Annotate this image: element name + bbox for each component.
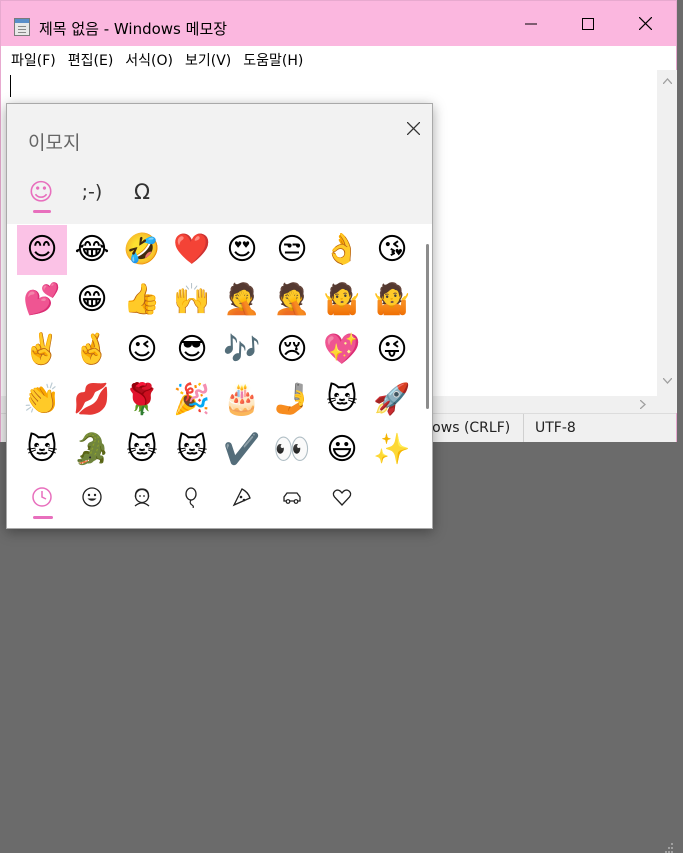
tab-kaomoji[interactable]: ;-) <box>70 170 114 214</box>
status-divider <box>523 414 524 442</box>
scroll-down-icon <box>663 378 672 384</box>
smiley-tab-icon: ☺ <box>28 178 54 206</box>
maximize-icon <box>582 17 594 30</box>
emoji-cell[interactable]: 🙌 <box>167 275 217 325</box>
emoji-cell[interactable]: 🐱 <box>117 425 167 475</box>
emoji-cell[interactable]: 🚀 <box>367 375 417 425</box>
emoji-cell[interactable]: 😍 <box>217 225 267 275</box>
status-encoding: UTF-8 <box>535 420 576 436</box>
emoji-panel-header: 이모지 ☺ ;-) Ω <box>7 104 432 224</box>
balloon-icon <box>185 487 197 508</box>
emoji-cell[interactable]: 🤣 <box>117 225 167 275</box>
close-icon <box>638 17 652 30</box>
menu-bar: 파일(F) 편집(E) 서식(O) 보기(V) 도움말(H) <box>1 46 676 70</box>
emoji-cell[interactable]: 🤷 <box>317 275 367 325</box>
menu-help[interactable]: 도움말(H) <box>237 46 309 70</box>
emoji-cell[interactable]: 🐱 <box>17 425 67 475</box>
close-icon <box>406 121 420 135</box>
emoji-cell[interactable]: 👌 <box>317 225 367 275</box>
emoji-cell[interactable]: 😢 <box>267 325 317 375</box>
emoji-cell[interactable]: 😜 <box>367 325 417 375</box>
emoji-cell[interactable]: ✔️ <box>217 425 267 475</box>
menu-edit[interactable]: 편집(E) <box>62 46 120 70</box>
notepad-icon <box>14 18 30 36</box>
smiley-icon <box>82 487 102 507</box>
emoji-cell[interactable]: 😁 <box>67 275 117 325</box>
scroll-up-icon <box>663 78 672 84</box>
emoji-cell[interactable]: 🤞 <box>67 325 117 375</box>
emoji-cell[interactable]: 👍 <box>117 275 167 325</box>
minimize-button[interactable] <box>502 1 560 46</box>
emoji-category-bar <box>7 474 432 528</box>
emoji-cell[interactable]: 😉 <box>117 325 167 375</box>
emoji-cell[interactable]: 🌹 <box>117 375 167 425</box>
category-celebration[interactable] <box>177 482 207 512</box>
heart-icon <box>332 489 352 506</box>
category-recent[interactable] <box>27 482 57 512</box>
emoji-cell[interactable]: ❤️ <box>167 225 217 275</box>
emoji-cell[interactable]: 🤦 <box>267 275 317 325</box>
emoji-cell[interactable]: 💕 <box>17 275 67 325</box>
emoji-cell[interactable]: 🎶 <box>217 325 267 375</box>
car-icon <box>283 492 301 504</box>
emoji-cell[interactable]: 🐱 <box>317 375 367 425</box>
emoji-cell[interactable]: 😃 <box>317 425 367 475</box>
emoji-cell[interactable]: 😘 <box>367 225 417 275</box>
emoji-cell[interactable]: 👏 <box>17 375 67 425</box>
maximize-button[interactable] <box>559 1 617 46</box>
person-icon <box>134 488 150 507</box>
emoji-cell[interactable]: 😎 <box>167 325 217 375</box>
omega-tab-icon: Ω <box>133 180 151 204</box>
emoji-grid-scrollbar[interactable] <box>426 244 429 409</box>
emoji-cell[interactable]: 🤷 <box>367 275 417 325</box>
title-bar[interactable]: 제목 없음 - Windows 메모장 <box>1 1 676 46</box>
emoji-cell[interactable]: 😒 <box>267 225 317 275</box>
menu-file[interactable]: 파일(F) <box>5 46 62 70</box>
category-travel[interactable] <box>277 482 307 512</box>
emoji-panel-close-button[interactable] <box>401 116 425 140</box>
tab-emoji[interactable]: ☺ <box>19 170 63 214</box>
active-tab-indicator <box>33 210 51 213</box>
recent-clock-icon <box>32 487 52 507</box>
category-food[interactable] <box>227 482 257 512</box>
emoji-cell[interactable]: 💋 <box>67 375 117 425</box>
emoji-cell[interactable]: 😊 <box>17 225 67 275</box>
emoji-panel-title: 이모지 <box>28 132 81 154</box>
emoji-panel: 이모지 ☺ ;-) Ω 😊 😂 🤣 ❤️ 😍 😒 👌 😘 💕 😁 👍 🙌 🤦 🤦 🤷 🤷 ✌️ 🤞 😉 😎 🎶 😢 💖 😜 👏 💋… <box>6 103 433 529</box>
emoji-cell[interactable]: 🐱 <box>167 425 217 475</box>
window-title: 제목 없음 - Windows 메모장 <box>39 20 228 38</box>
emoji-cell[interactable]: 😂 <box>67 225 117 275</box>
minimize-icon <box>525 23 537 24</box>
tab-symbols[interactable]: Ω <box>120 170 164 214</box>
emoji-cell[interactable]: ✨ <box>367 425 417 475</box>
emoji-cell[interactable]: ✌️ <box>17 325 67 375</box>
emoji-cell[interactable]: 🤦 <box>217 275 267 325</box>
emoji-cell[interactable]: 🐊 <box>67 425 117 475</box>
menu-format[interactable]: 서식(O) <box>119 46 179 70</box>
emoji-cell[interactable]: 🎂 <box>217 375 267 425</box>
emoji-cell[interactable]: 🎉 <box>167 375 217 425</box>
emoji-cell[interactable]: 🤳 <box>267 375 317 425</box>
text-caret <box>10 75 11 97</box>
resize-grip-icon[interactable] <box>662 843 674 853</box>
kaomoji-tab-label: ;-) <box>81 181 103 203</box>
close-button[interactable] <box>616 1 674 46</box>
emoji-cell[interactable]: 💖 <box>317 325 367 375</box>
emoji-cell[interactable]: 👀 <box>267 425 317 475</box>
vertical-scrollbar[interactable] <box>657 70 677 396</box>
pizza-icon <box>232 488 251 507</box>
category-people[interactable] <box>127 482 157 512</box>
scroll-right-icon <box>640 400 646 409</box>
active-category-indicator <box>33 516 53 519</box>
category-symbols[interactable] <box>327 482 357 512</box>
scrollbar-corner <box>657 396 677 413</box>
category-smileys[interactable] <box>77 482 107 512</box>
menu-view[interactable]: 보기(V) <box>179 46 237 70</box>
